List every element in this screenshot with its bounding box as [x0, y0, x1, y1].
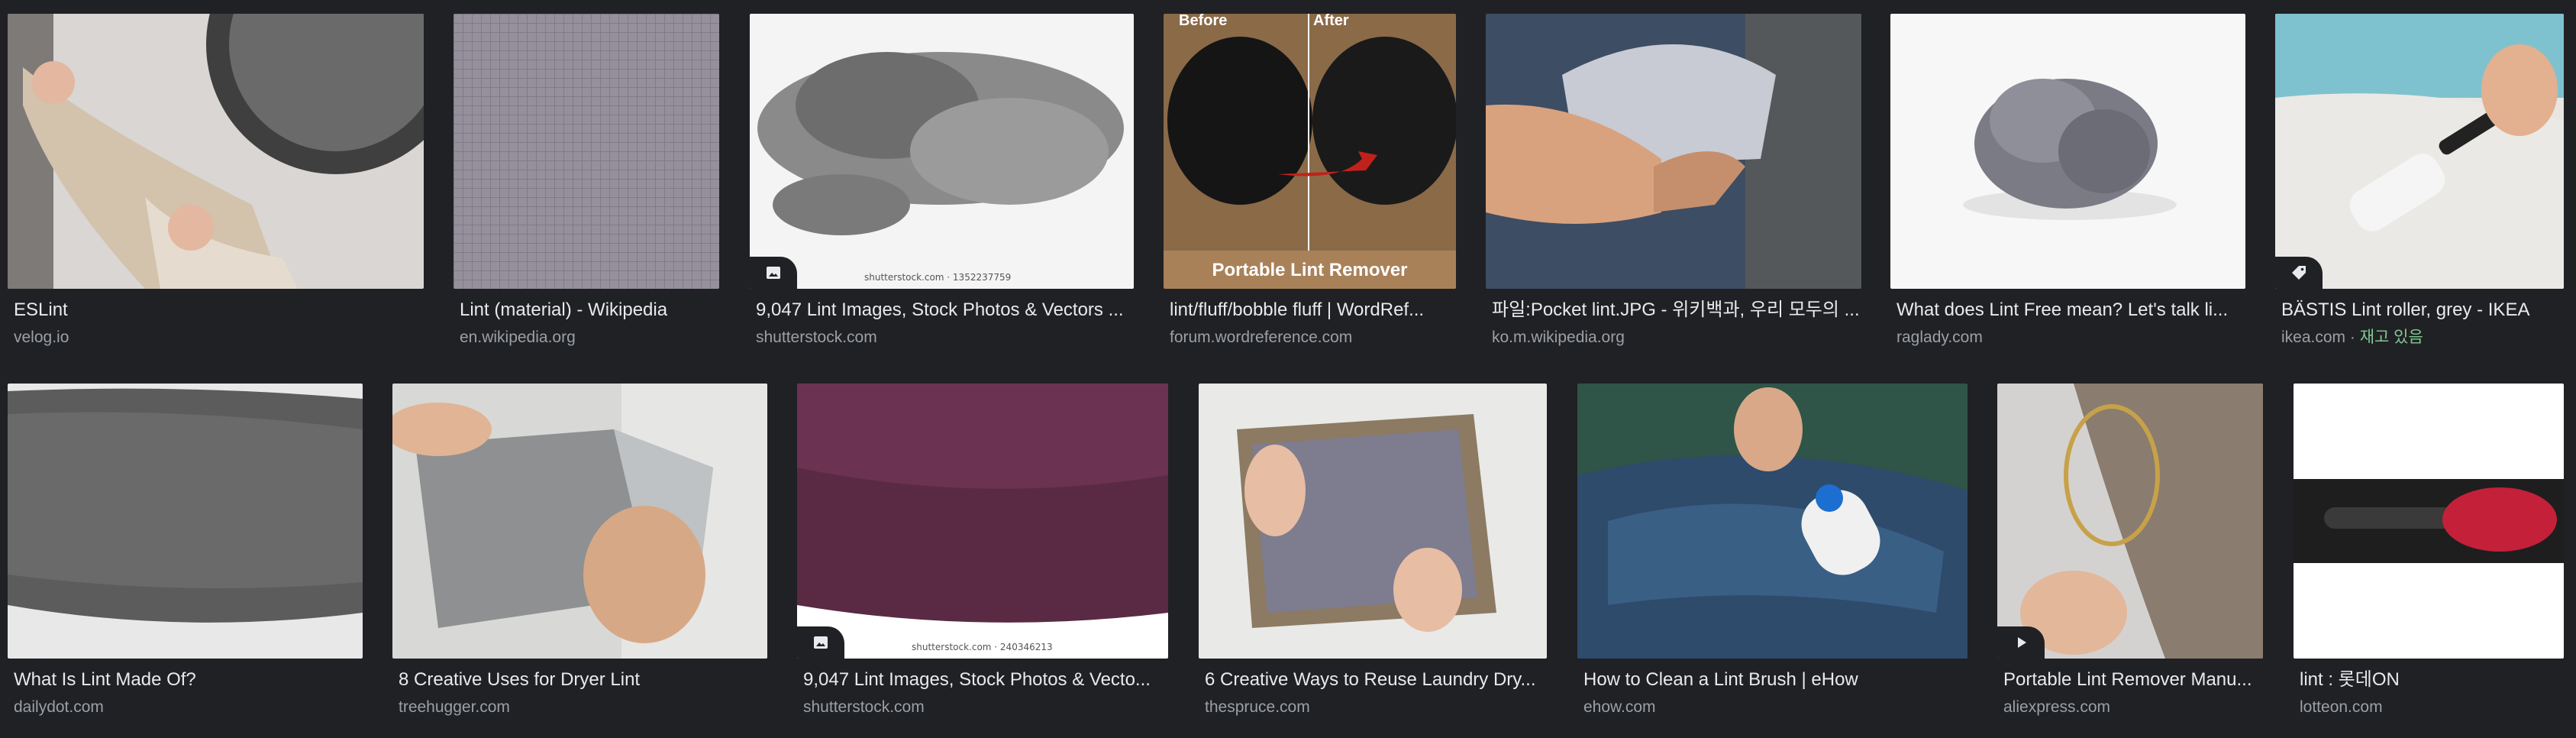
result-source[interactable]: shutterstock.com [803, 697, 925, 718]
result-title[interactable]: Lint (material) - Wikipedia [460, 299, 719, 322]
result-thumbnail[interactable] [392, 384, 767, 659]
result-title[interactable]: lint : 롯데ON [2300, 668, 2564, 691]
result-source[interactable]: shutterstock.com [756, 327, 877, 348]
result-title[interactable]: BÄSTIS Lint roller, grey - IKEA [2281, 299, 2564, 322]
video-badge [1997, 626, 2045, 659]
result-source-domain[interactable]: ikea.com [2281, 329, 2345, 346]
result-card-wordreference[interactable]: Before After Portable Lint Remover lint/… [1164, 14, 1456, 350]
result-title[interactable]: 8 Creative Uses for Dryer Lint [399, 668, 767, 691]
result-card-ehow[interactable]: How to Clean a Lint Brush | eHow ehow.co… [1577, 384, 1968, 727]
result-card-ikea[interactable]: BÄSTIS Lint roller, grey - IKEA ikea.com… [2275, 14, 2564, 350]
image-icon [814, 636, 828, 649]
result-card-ko-wikipedia[interactable]: 파일:Pocket lint.JPG - 위키백과, 우리 모두의 ... ko… [1486, 14, 1861, 350]
result-thumbnail[interactable]: Before After Portable Lint Remover [1164, 14, 1456, 289]
result-source[interactable]: forum.wordreference.com [1170, 327, 1352, 348]
watermark-text: shutterstock.com · 240346213 [912, 642, 1053, 652]
result-source[interactable]: ehow.com [1583, 697, 1656, 718]
result-thumbnail[interactable] [1997, 384, 2263, 659]
separator: · [2345, 329, 2360, 346]
tag-badge [2275, 257, 2323, 289]
result-thumbnail[interactable] [2294, 384, 2564, 659]
result-thumbnail[interactable] [2275, 14, 2564, 289]
result-card-aliexpress[interactable]: Portable Lint Remover Manu... aliexpress… [1997, 384, 2263, 727]
result-thumbnail[interactable]: shutterstock.com · 1352237759 [750, 14, 1134, 289]
result-source[interactable]: aliexpress.com [2003, 697, 2110, 718]
result-title[interactable]: 6 Creative Ways to Reuse Laundry Dry... [1205, 668, 1547, 691]
result-title[interactable]: What Is Lint Made Of? [14, 668, 363, 691]
result-source[interactable]: treehugger.com [399, 697, 510, 718]
result-thumbnail[interactable] [8, 384, 363, 659]
result-source[interactable]: en.wikipedia.org [460, 327, 576, 348]
result-card-thespruce[interactable]: 6 Creative Ways to Reuse Laundry Dry... … [1199, 384, 1547, 727]
result-thumbnail[interactable] [1577, 384, 1968, 659]
watermark-text: shutterstock.com · 1352237759 [864, 272, 1012, 283]
result-thumbnail[interactable] [8, 14, 424, 289]
result-thumbnail[interactable] [1890, 14, 2245, 289]
result-title[interactable]: What does Lint Free mean? Let's talk li.… [1896, 299, 2245, 322]
result-card-eslint[interactable]: ESLint velog.io [8, 14, 424, 350]
result-thumbnail[interactable] [1199, 384, 1547, 659]
result-source[interactable]: dailydot.com [14, 697, 104, 718]
before-label: Before [1179, 14, 1228, 29]
image-icon [767, 267, 780, 279]
result-title[interactable]: 9,047 Lint Images, Stock Photos & Vecto.… [803, 668, 1168, 691]
result-title[interactable]: How to Clean a Lint Brush | eHow [1583, 668, 1968, 691]
result-card-raglady[interactable]: What does Lint Free mean? Let's talk li.… [1890, 14, 2245, 350]
result-card-treehugger[interactable]: 8 Creative Uses for Dryer Lint treehugge… [392, 384, 767, 727]
result-card-wikipedia[interactable]: Lint (material) - Wikipedia en.wikipedia… [454, 14, 719, 350]
play-icon [2018, 637, 2026, 648]
result-card-shutterstock[interactable]: shutterstock.com · 1352237759 9,047 Lint… [750, 14, 1134, 350]
in-stock-label: 재고 있음 [2359, 329, 2423, 346]
result-card-shutterstock-2[interactable]: shutterstock.com · 240346213 9,047 Lint … [797, 384, 1168, 727]
result-card-dailydot[interactable]: What Is Lint Made Of? dailydot.com [8, 384, 363, 727]
result-source[interactable]: ko.m.wikipedia.org [1492, 327, 1625, 348]
result-source[interactable]: raglady.com [1896, 327, 1983, 348]
result-title[interactable]: 파일:Pocket lint.JPG - 위키백과, 우리 모두의 ... [1492, 299, 1861, 322]
result-source[interactable]: thespruce.com [1205, 697, 1310, 718]
result-title[interactable]: ESLint [14, 299, 418, 322]
result-thumbnail[interactable]: shutterstock.com · 240346213 [797, 384, 1168, 659]
image-badge [797, 626, 844, 659]
tag-icon [2292, 266, 2306, 280]
result-source[interactable]: velog.io [14, 327, 69, 348]
result-source[interactable]: ikea.com · 재고 있음 [2281, 327, 2423, 348]
after-label: After [1313, 14, 1349, 29]
result-title[interactable]: Portable Lint Remover Manu... [2003, 668, 2263, 691]
image-badge [750, 257, 797, 289]
product-caption: Portable Lint Remover [1212, 260, 1408, 280]
result-title[interactable]: lint/fluff/bobble fluff | WordRef... [1170, 299, 1456, 322]
result-card-lotteon[interactable]: lint : 롯데ON lotteon.com [2294, 384, 2564, 727]
result-thumbnail[interactable] [454, 14, 719, 289]
result-title[interactable]: 9,047 Lint Images, Stock Photos & Vector… [756, 299, 1134, 322]
result-source[interactable]: lotteon.com [2300, 697, 2383, 718]
result-thumbnail[interactable] [1486, 14, 1861, 289]
